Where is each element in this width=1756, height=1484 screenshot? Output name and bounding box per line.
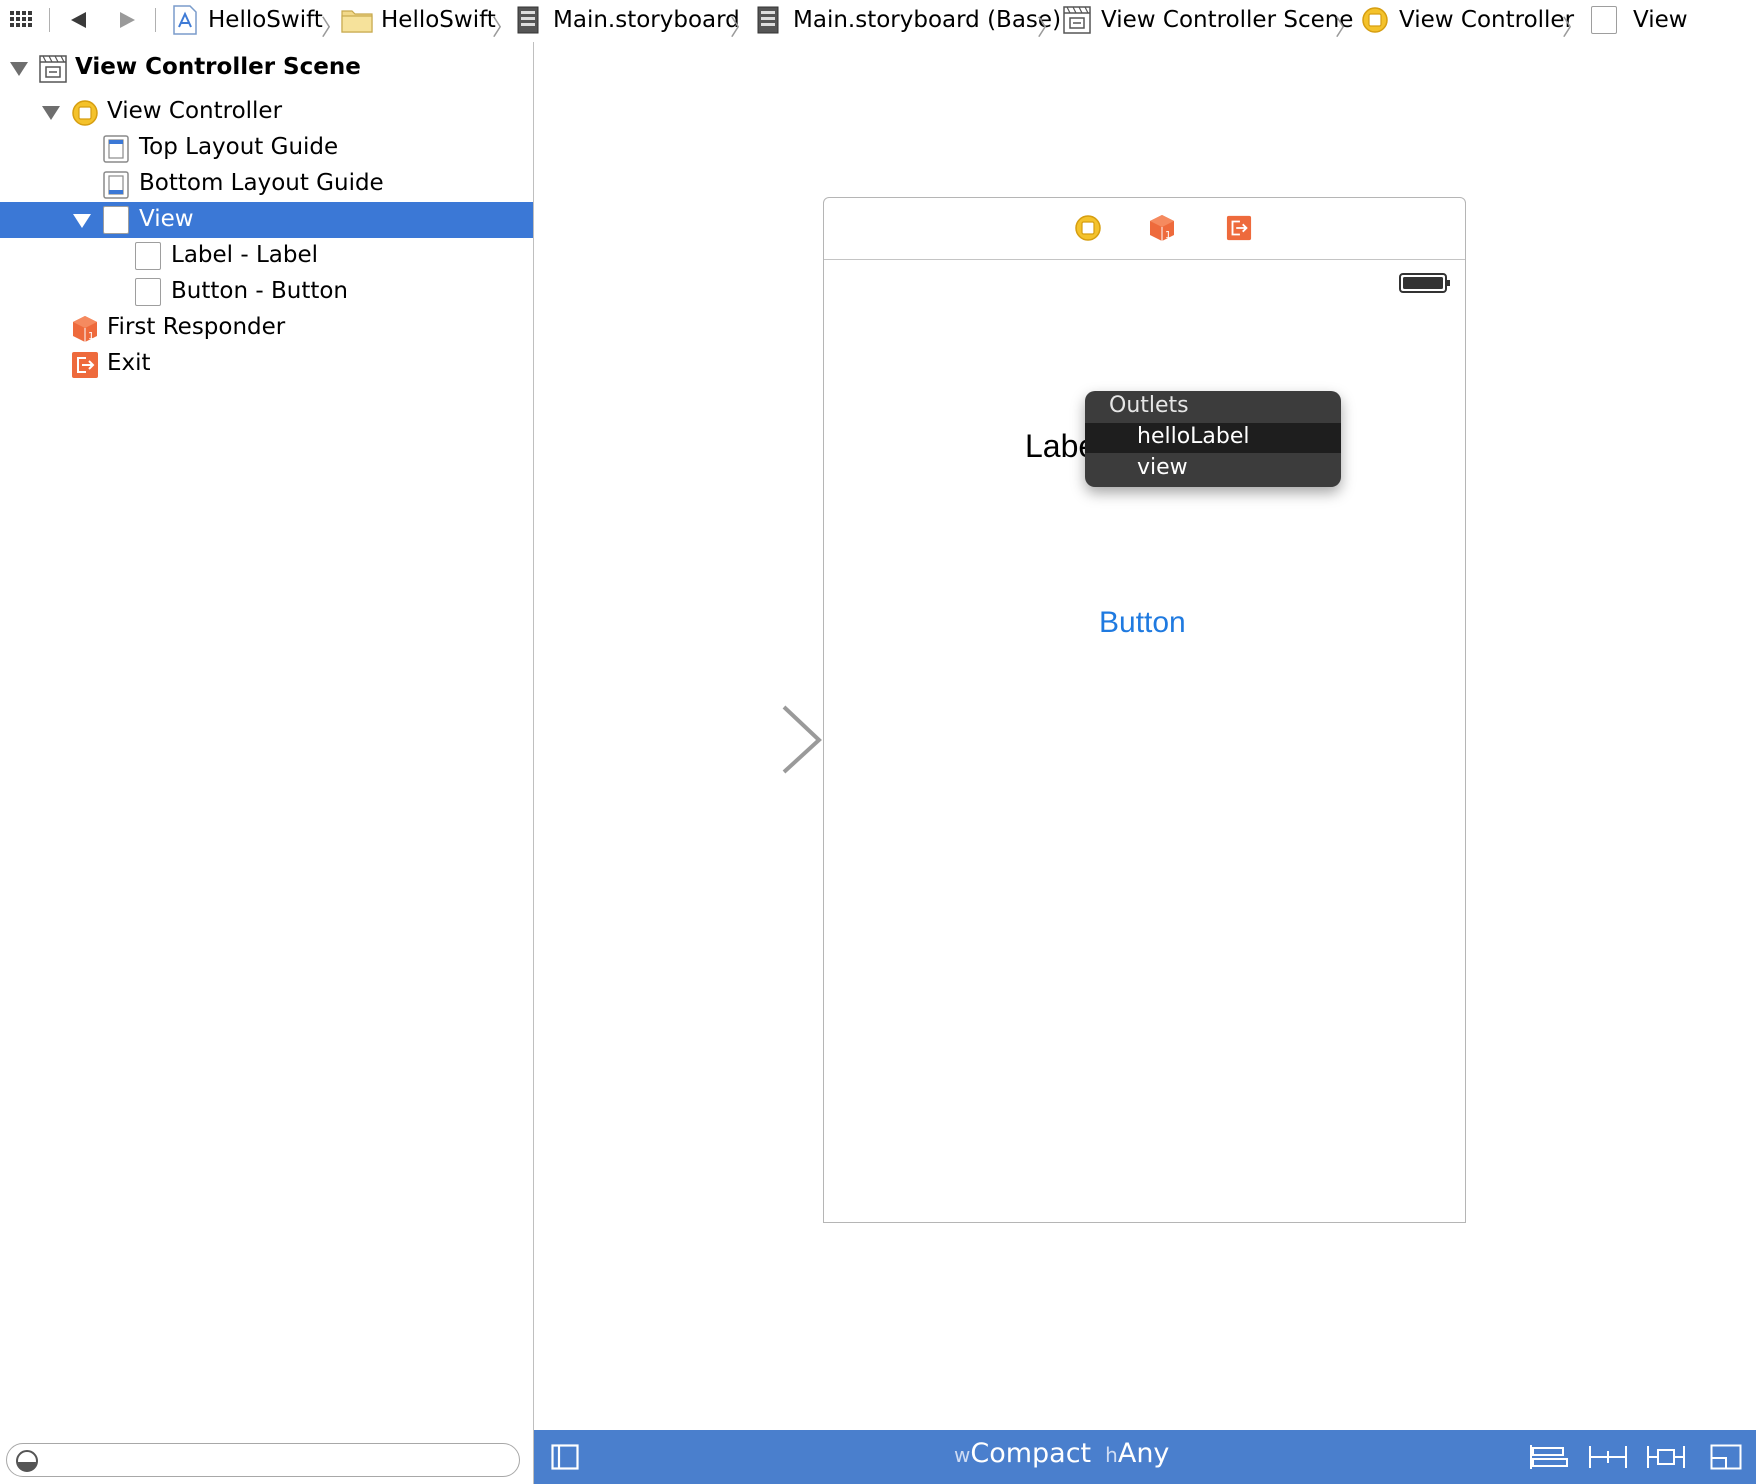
outline-item-button-button[interactable]: Button - Button bbox=[0, 274, 533, 310]
breadcrumb-label: View bbox=[1633, 7, 1688, 33]
breadcrumb-item-group[interactable]: HelloSwift bbox=[341, 0, 496, 40]
outline-item-label: View bbox=[139, 206, 194, 232]
outlet-option-view[interactable]: view bbox=[1085, 454, 1341, 484]
jump-bar: HelloSwift 〉 HelloSwift 〉 Main.storyboar… bbox=[0, 0, 1756, 43]
outline-item-label: Top Layout Guide bbox=[139, 134, 339, 160]
view-controller-scene[interactable]: 1 Label Button bbox=[823, 197, 1466, 1223]
exit-icon[interactable] bbox=[1226, 215, 1252, 241]
size-class-bar: w Compact h Any bbox=[534, 1430, 1756, 1484]
initial-view-controller-arrow-icon[interactable] bbox=[627, 702, 823, 774]
view-icon bbox=[135, 278, 161, 306]
breadcrumb-chevron-icon: 〉 bbox=[321, 16, 344, 41]
size-class-h-prefix: h bbox=[1105, 1443, 1118, 1467]
toggle-outline-icon[interactable] bbox=[551, 1444, 579, 1470]
outline-item-bottom-layout-guide[interactable]: Bottom Layout Guide bbox=[0, 166, 533, 202]
size-class-w-prefix: w bbox=[954, 1443, 971, 1467]
breadcrumb-chevron-icon: 〉 bbox=[730, 16, 753, 41]
filter-icon bbox=[16, 1450, 38, 1472]
breadcrumb-item-project[interactable]: HelloSwift bbox=[172, 0, 323, 40]
outline-item-first-responder[interactable]: 1 First Responder bbox=[0, 310, 533, 346]
view-controller-icon[interactable] bbox=[1074, 214, 1102, 242]
breadcrumb-chevron-icon: 〉 bbox=[492, 16, 515, 41]
storyboard-file-icon bbox=[517, 6, 539, 34]
forward-button[interactable] bbox=[118, 0, 138, 40]
outline-filter-field[interactable] bbox=[6, 1443, 520, 1477]
resizing-behavior-icon[interactable] bbox=[1710, 1444, 1742, 1470]
resolve-auto-layout-icon[interactable] bbox=[1646, 1444, 1686, 1470]
view-controller-icon bbox=[1362, 7, 1388, 33]
exit-icon bbox=[72, 352, 98, 378]
project-icon bbox=[173, 5, 197, 35]
scene-icon bbox=[1063, 6, 1091, 34]
layout-guide-icon bbox=[103, 135, 129, 163]
scene-dock: 1 bbox=[824, 198, 1465, 260]
outline-item-label: Bottom Layout Guide bbox=[139, 170, 384, 196]
disclosure-triangle-icon[interactable] bbox=[73, 214, 91, 228]
outline-item-view[interactable]: View bbox=[0, 202, 533, 238]
size-class-width: Compact bbox=[970, 1438, 1092, 1469]
outline-item-label-label[interactable]: Label - Label bbox=[0, 238, 533, 274]
pin-icon[interactable] bbox=[1588, 1444, 1628, 1470]
outlets-popup-menu: Outlets helloLabel view bbox=[1085, 391, 1341, 487]
breadcrumb-label: View Controller Scene bbox=[1101, 7, 1354, 33]
layout-guide-icon bbox=[103, 171, 129, 199]
button-element[interactable]: Button bbox=[1099, 606, 1186, 640]
document-outline: View Controller Scene View Controller To… bbox=[0, 42, 534, 1484]
disclosure-triangle-icon[interactable] bbox=[10, 62, 28, 76]
breadcrumb-label: HelloSwift bbox=[208, 7, 323, 33]
outline-item-label: Label - Label bbox=[171, 242, 319, 268]
size-class-height: Any bbox=[1117, 1438, 1170, 1469]
view-controller-icon bbox=[72, 100, 98, 126]
back-button[interactable] bbox=[68, 0, 88, 40]
breadcrumb-item-storyboard-base[interactable]: Main.storyboard (Base) bbox=[757, 0, 1061, 40]
outlet-option-label: helloLabel bbox=[1137, 424, 1250, 449]
outline-item-label: First Responder bbox=[107, 314, 286, 340]
outline-item-label: Button - Button bbox=[171, 278, 349, 304]
view-icon bbox=[1591, 6, 1617, 34]
breadcrumb-item-storyboard[interactable]: Main.storyboard bbox=[517, 0, 740, 40]
breadcrumb-label: View Controller bbox=[1399, 7, 1575, 33]
outline-item-view-controller[interactable]: View Controller bbox=[0, 94, 533, 130]
breadcrumb-chevron-icon: 〉 bbox=[1037, 16, 1060, 41]
svg-text:1: 1 bbox=[1165, 230, 1171, 241]
size-class-toggle[interactable]: w Compact h Any bbox=[954, 1438, 1169, 1476]
breadcrumb-item-view[interactable]: View bbox=[1591, 0, 1688, 40]
disclosure-triangle-icon[interactable] bbox=[42, 106, 60, 120]
view-icon bbox=[135, 242, 161, 270]
first-responder-icon[interactable]: 1 bbox=[1148, 214, 1176, 242]
outline-item-label: Exit bbox=[107, 350, 151, 376]
outlet-option-hellolabel[interactable]: helloLabel bbox=[1085, 423, 1341, 453]
outlets-header: Outlets bbox=[1109, 393, 1189, 418]
outline-item-scene[interactable]: View Controller Scene bbox=[0, 50, 533, 86]
breadcrumb-label: HelloSwift bbox=[381, 7, 496, 33]
folder-icon bbox=[341, 10, 373, 33]
outline-item-top-layout-guide[interactable]: Top Layout Guide bbox=[0, 130, 533, 166]
svg-text:1: 1 bbox=[88, 331, 94, 342]
view-icon bbox=[103, 206, 129, 234]
toolbar-divider bbox=[49, 8, 50, 32]
storyboard-file-icon bbox=[757, 6, 779, 34]
breadcrumb-item-view-controller[interactable]: View Controller bbox=[1361, 0, 1574, 40]
breadcrumb-item-scene[interactable]: View Controller Scene bbox=[1063, 0, 1353, 40]
align-icon[interactable] bbox=[1529, 1444, 1569, 1470]
first-responder-icon: 1 bbox=[73, 316, 97, 342]
outline-item-exit[interactable]: Exit bbox=[0, 346, 533, 382]
breadcrumb-label: Main.storyboard bbox=[553, 7, 740, 33]
outlet-option-label: view bbox=[1137, 455, 1188, 480]
breadcrumb-chevron-icon: 〉 bbox=[1335, 16, 1358, 41]
breadcrumb-label: Main.storyboard (Base) bbox=[793, 7, 1062, 33]
outline-item-label: View Controller Scene bbox=[75, 54, 361, 80]
battery-icon bbox=[1399, 273, 1450, 293]
scene-icon bbox=[39, 55, 67, 83]
breadcrumb-chevron-icon: 〉 bbox=[1562, 16, 1585, 41]
outline-item-label: View Controller bbox=[107, 98, 283, 124]
toolbar-divider bbox=[155, 8, 156, 32]
related-items-icon[interactable] bbox=[9, 0, 33, 40]
